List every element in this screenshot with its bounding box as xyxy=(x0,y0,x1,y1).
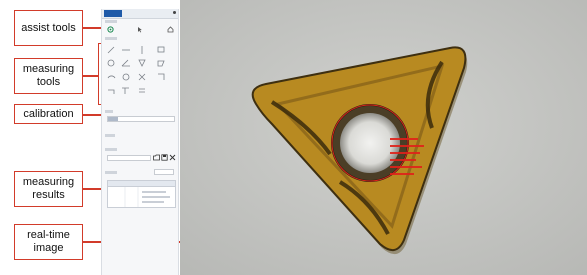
microscope-view xyxy=(180,0,587,275)
perpendicular-icon xyxy=(122,87,129,94)
close-icon[interactable] xyxy=(169,154,176,161)
triangle-icon xyxy=(138,59,146,67)
tab-second[interactable] xyxy=(120,10,136,17)
assist-tools-section-label xyxy=(105,20,117,23)
export-path-field[interactable] xyxy=(107,155,151,161)
circle-icon xyxy=(107,59,115,67)
line-icon xyxy=(107,46,115,54)
callout-measuring-results: measuring results xyxy=(14,171,83,207)
panel-close-icon[interactable] xyxy=(173,11,176,14)
tool-panel xyxy=(101,9,179,275)
table-row[interactable] xyxy=(108,187,175,207)
distance-icon xyxy=(108,89,115,94)
export-section-label xyxy=(105,148,117,151)
results-section-label xyxy=(105,171,117,174)
mounting-hole xyxy=(340,113,400,173)
folder-icon[interactable] xyxy=(153,154,160,161)
parallel-icon xyxy=(139,88,145,93)
corner-icon xyxy=(158,73,165,80)
callout-measuring-tools: measuring tools xyxy=(14,58,83,94)
callout-calibration: calibration xyxy=(14,104,83,124)
calibration-section-label xyxy=(105,110,113,113)
circle-fit-icon xyxy=(122,73,130,81)
panel-tabs xyxy=(102,9,178,19)
callout-calibration-label: calibration xyxy=(23,107,74,120)
callout-measuring-results-label: measuring results xyxy=(22,176,75,201)
callout-assist-tools-label: assist tools xyxy=(21,21,76,34)
results-table xyxy=(107,180,176,208)
realtime-image[interactable] xyxy=(180,0,587,275)
result-row-lines xyxy=(124,187,170,207)
cross-icon xyxy=(138,73,146,81)
pointer-icon[interactable] xyxy=(136,26,143,33)
calibration-button[interactable] xyxy=(108,117,118,121)
callout-assist-tools: assist tools xyxy=(14,10,83,46)
results-action-button[interactable] xyxy=(154,169,174,175)
rectangle-icon xyxy=(157,46,165,53)
polygon-icon xyxy=(157,60,165,67)
callout-realtime-image-label: real-time image xyxy=(27,229,70,254)
save-icon[interactable] xyxy=(161,154,168,161)
callout-realtime-image: real-time image xyxy=(14,224,83,260)
angle-icon xyxy=(121,59,130,67)
measuring-tools-section-label xyxy=(105,37,117,40)
measure-option-label xyxy=(105,134,115,137)
target-icon[interactable] xyxy=(107,26,114,33)
home-icon[interactable] xyxy=(167,26,174,33)
arc-icon xyxy=(107,75,116,79)
callout-measuring-tools-label: measuring tools xyxy=(22,63,75,88)
leader-measuring-tools xyxy=(83,75,98,77)
measuring-tool-grid xyxy=(107,46,165,94)
